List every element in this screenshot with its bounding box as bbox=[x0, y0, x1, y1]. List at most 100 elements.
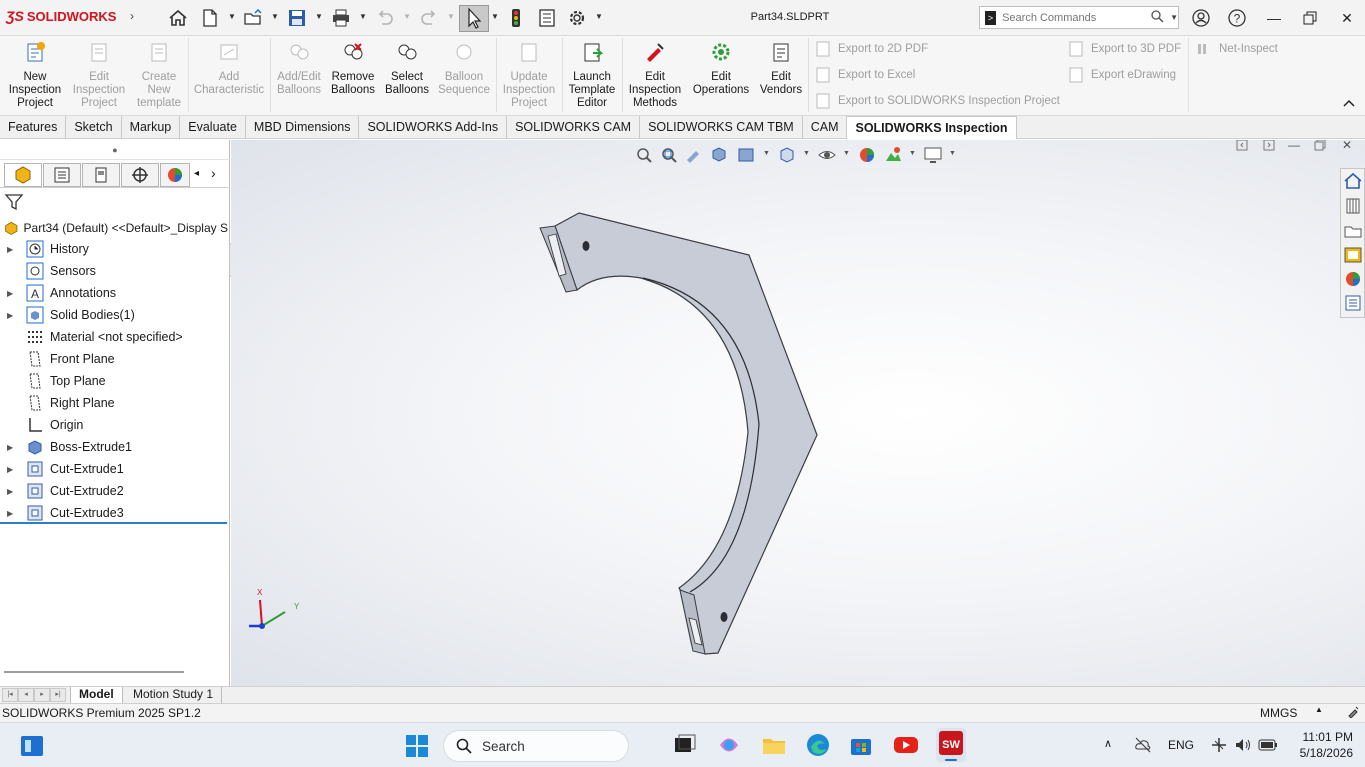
panel-grip[interactable]: ● bbox=[0, 140, 230, 160]
search-input[interactable] bbox=[1002, 11, 1143, 24]
expand-arrow-icon[interactable]: ▶ bbox=[7, 465, 19, 474]
export-2d-pdf-button[interactable]: Export to 2D PDF bbox=[814, 39, 928, 59]
tree-item-cut-extrude1[interactable]: ▶ Cut-Extrude1 bbox=[0, 458, 229, 480]
panel-horizontal-scrollbar[interactable] bbox=[4, 671, 184, 673]
language-indicator[interactable]: ENG bbox=[1168, 738, 1194, 752]
tab-solidworks-cam-tbm[interactable]: SOLIDWORKS CAM TBM bbox=[640, 116, 803, 139]
edit-vendors-button[interactable]: Edit Vendors bbox=[756, 39, 806, 111]
widgets-icon[interactable] bbox=[20, 735, 44, 757]
add-edit-balloons-button[interactable]: Add/Edit Balloons bbox=[272, 39, 326, 111]
tree-item-right-plane[interactable]: Right Plane bbox=[0, 392, 229, 414]
remove-balloons-button[interactable]: Remove Balloons bbox=[326, 39, 380, 111]
file-explorer-icon[interactable] bbox=[1343, 221, 1363, 241]
add-characteristic-button[interactable]: Add Characteristic bbox=[190, 39, 268, 111]
open-dropdown-icon[interactable]: ▼ bbox=[271, 12, 279, 22]
custom-properties-icon[interactable] bbox=[1343, 293, 1363, 313]
tree-root-part[interactable]: Part34 (Default) <<Default>_Display S bbox=[4, 218, 228, 238]
windows-start-icon[interactable] bbox=[405, 734, 429, 758]
appearances-scenes-icon[interactable] bbox=[1343, 269, 1363, 289]
tab-motion-study-1[interactable]: Motion Study 1 bbox=[125, 687, 223, 703]
graphics-area[interactable]: ▼ ▼ ▼ ▼ ▼ — ✕ X Y bbox=[231, 140, 1365, 686]
export-3d-pdf-button[interactable]: Export to 3D PDF bbox=[1067, 39, 1181, 59]
edit-operations-button[interactable]: Edit Operations bbox=[688, 39, 754, 111]
rebuild-traffic-light-icon[interactable] bbox=[505, 7, 527, 29]
tab-solidworks-inspection[interactable]: SOLIDWORKS Inspection bbox=[847, 116, 1017, 139]
tab-cam[interactable]: CAM bbox=[803, 116, 848, 139]
options-gear-icon[interactable] bbox=[566, 7, 588, 29]
tree-item-sensors[interactable]: Sensors bbox=[0, 260, 229, 282]
help-icon[interactable]: ? bbox=[1224, 6, 1250, 30]
redo-dropdown-icon[interactable]: ▼ bbox=[447, 12, 455, 22]
edit-inspection-methods-button[interactable]: Edit Inspection Methods bbox=[624, 39, 686, 111]
restore-window-icon[interactable] bbox=[1297, 6, 1323, 30]
save-icon[interactable] bbox=[286, 7, 308, 29]
tree-item-cut-extrude2[interactable]: ▶ Cut-Extrude2 bbox=[0, 480, 229, 502]
select-balloons-button[interactable]: Select Balloons bbox=[380, 39, 434, 111]
taskbar-clock[interactable]: 11:01 PM 5/18/2026 bbox=[1283, 729, 1353, 761]
copilot-icon[interactable] bbox=[716, 732, 742, 758]
tab-evaluate[interactable]: Evaluate bbox=[180, 116, 246, 139]
tree-item-origin[interactable]: Origin bbox=[0, 414, 229, 436]
tab-scroll-first-icon[interactable]: |◂ bbox=[2, 688, 18, 702]
show-hidden-icons-icon[interactable]: ∧ bbox=[1104, 737, 1112, 750]
open-folder-icon[interactable] bbox=[242, 7, 264, 29]
units-button[interactable]: MMGS bbox=[1260, 706, 1297, 720]
tab-scroll-prev-icon[interactable]: ◂ bbox=[18, 688, 34, 702]
options-dropdown-icon[interactable]: ▼ bbox=[595, 12, 603, 22]
file-properties-icon[interactable] bbox=[536, 7, 558, 29]
taskbar-search[interactable]: Search bbox=[443, 730, 629, 762]
net-inspect-button[interactable]: Net-Inspect bbox=[1195, 39, 1278, 59]
battery-icon[interactable] bbox=[1258, 737, 1278, 753]
youtube-icon[interactable] bbox=[893, 732, 919, 758]
part-model-3d[interactable] bbox=[231, 140, 1331, 686]
collapse-ribbon-icon[interactable] bbox=[1343, 96, 1355, 110]
cloud-sync-icon[interactable] bbox=[1134, 736, 1152, 754]
undo-icon[interactable] bbox=[374, 7, 396, 29]
search-commands[interactable]: > ▼ bbox=[979, 6, 1179, 29]
home-icon[interactable] bbox=[167, 7, 189, 29]
solidworks-taskbar-item[interactable]: SW bbox=[936, 728, 966, 762]
tree-item-material[interactable]: Material <not specified> bbox=[0, 326, 229, 348]
tab-features[interactable]: Features bbox=[0, 116, 67, 139]
tree-item-solid-bodies[interactable]: ▶ Solid Bodies(1) bbox=[0, 304, 229, 326]
save-dropdown-icon[interactable]: ▼ bbox=[315, 12, 323, 22]
dimxpert-manager-tab[interactable] bbox=[121, 163, 159, 187]
account-icon[interactable] bbox=[1188, 6, 1214, 30]
tab-scroll-last-icon[interactable]: ▸| bbox=[50, 688, 66, 702]
tabs-scroll-left-icon[interactable]: ◂ bbox=[194, 168, 199, 179]
balloon-sequence-button[interactable]: Balloon Sequence bbox=[434, 39, 494, 111]
tree-item-cut-extrude3[interactable]: ▶ Cut-Extrude3 bbox=[0, 502, 229, 524]
minimize-window-icon[interactable]: — bbox=[1261, 6, 1287, 30]
edit-inspection-project-button[interactable]: Edit Inspection Project bbox=[68, 39, 130, 111]
tree-item-front-plane[interactable]: Front Plane bbox=[0, 348, 229, 370]
file-explorer-icon[interactable] bbox=[761, 732, 787, 758]
tree-item-top-plane[interactable]: Top Plane bbox=[0, 370, 229, 392]
search-icon[interactable] bbox=[1150, 9, 1164, 26]
design-library-icon[interactable] bbox=[1343, 196, 1363, 216]
viewport-close-icon[interactable]: ✕ bbox=[1336, 140, 1358, 156]
search-dropdown-icon[interactable]: ▼ bbox=[1170, 13, 1178, 22]
view-palette-icon[interactable] bbox=[1343, 245, 1363, 265]
solidworks-resources-icon[interactable] bbox=[1343, 171, 1363, 191]
update-inspection-project-button[interactable]: Update Inspection Project bbox=[498, 39, 560, 111]
tree-item-history[interactable]: ▶ History bbox=[0, 238, 229, 260]
display-manager-tab[interactable] bbox=[160, 163, 190, 187]
edge-browser-icon[interactable] bbox=[805, 732, 831, 758]
configuration-manager-tab[interactable] bbox=[82, 163, 120, 187]
expand-arrow-icon[interactable]: ▶ bbox=[7, 487, 19, 496]
new-document-icon[interactable] bbox=[199, 7, 221, 29]
export-inspection-project-button[interactable]: Export to SOLIDWORKS Inspection Project bbox=[814, 91, 1060, 111]
tabs-scroll-right-icon[interactable]: › bbox=[211, 165, 216, 181]
tab-model[interactable]: Model bbox=[70, 687, 123, 703]
new-inspection-project-button[interactable]: New Inspection Project bbox=[4, 39, 66, 111]
tab-solidworks-add-ins[interactable]: SOLIDWORKS Add-Ins bbox=[359, 116, 508, 139]
new-dropdown-icon[interactable]: ▼ bbox=[228, 12, 236, 22]
select-dropdown-icon[interactable]: ▼ bbox=[491, 12, 499, 22]
expand-arrow-icon[interactable]: ▶ bbox=[7, 245, 19, 254]
microsoft-store-icon[interactable] bbox=[848, 732, 874, 758]
tree-item-annotations[interactable]: ▶ A Annotations bbox=[0, 282, 229, 304]
property-manager-tab[interactable] bbox=[43, 163, 81, 187]
tab-markup[interactable]: Markup bbox=[122, 116, 181, 139]
tab-scroll-next-icon[interactable]: ▸ bbox=[34, 688, 50, 702]
select-tool-button[interactable] bbox=[459, 5, 489, 32]
